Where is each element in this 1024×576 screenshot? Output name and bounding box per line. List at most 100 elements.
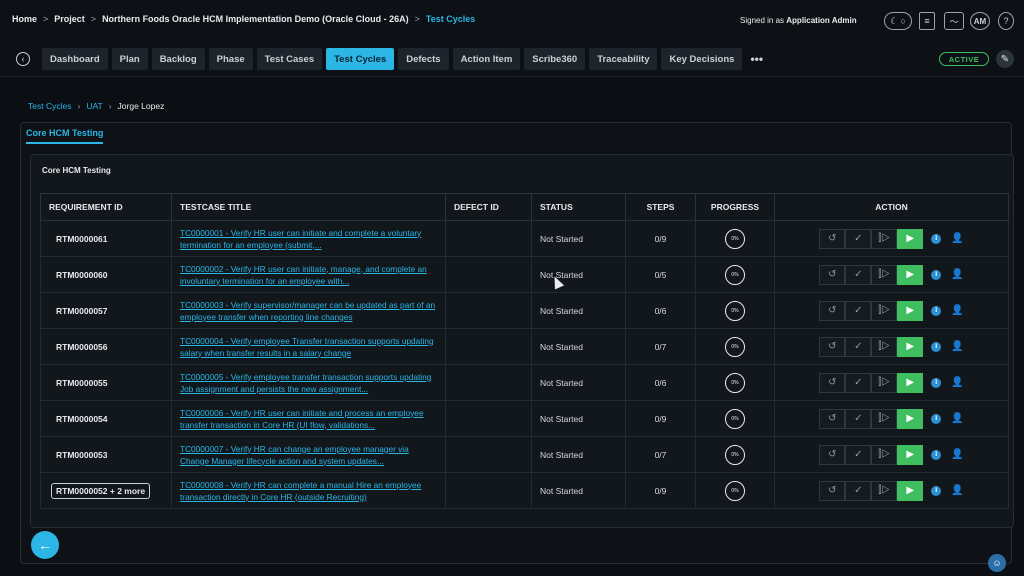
- testcase-link[interactable]: TC0000001 - Verify HR user can initiate …: [180, 227, 437, 251]
- column-header[interactable]: REQUIREMENT ID: [40, 193, 172, 221]
- run-play-button[interactable]: ▶: [897, 408, 924, 429]
- run-play-button[interactable]: ▶: [897, 336, 924, 357]
- info-icon[interactable]: i: [931, 305, 942, 316]
- assign-user-icon[interactable]: 👤: [951, 305, 963, 316]
- skip-icon[interactable]: ⫿▷: [871, 300, 898, 321]
- skip-icon[interactable]: ⫿▷: [871, 228, 898, 249]
- title-cell: TC0000003 - Verify supervisor/manager ca…: [171, 292, 446, 329]
- assign-user-icon[interactable]: 👤: [951, 377, 963, 388]
- testcase-link[interactable]: TC0000005 - Verify employee transfer tra…: [180, 371, 437, 395]
- help-icon[interactable]: ?: [998, 12, 1014, 30]
- info-icon[interactable]: i: [931, 413, 942, 424]
- assistant-bot-icon[interactable]: ☺: [988, 554, 1006, 572]
- assign-user-icon[interactable]: 👤: [951, 341, 963, 352]
- check-circle-icon[interactable]: ✓: [845, 480, 872, 501]
- run-play-button[interactable]: ▶: [897, 480, 924, 501]
- check-circle-icon[interactable]: ✓: [845, 408, 872, 429]
- skip-icon[interactable]: ⫿▷: [871, 372, 898, 393]
- edit-icon[interactable]: ✎: [996, 50, 1014, 68]
- check-circle-icon[interactable]: ✓: [845, 300, 872, 321]
- avatar[interactable]: AM: [970, 12, 990, 30]
- run-play-button[interactable]: ▶: [897, 444, 924, 465]
- tab-phase[interactable]: Phase: [208, 48, 253, 70]
- testcase-link[interactable]: TC0000007 - Verify HR can change an empl…: [180, 443, 437, 467]
- action-cell: ↺ ✓ ⫿▷ ▶ i 👤: [774, 328, 1009, 365]
- crumb-project-name[interactable]: Northern Foods Oracle HCM Implementation…: [102, 14, 409, 24]
- reset-icon[interactable]: ↺: [819, 228, 846, 249]
- column-header[interactable]: PROGRESS: [695, 193, 775, 221]
- run-play-button[interactable]: ▶: [897, 264, 924, 285]
- theme-toggle[interactable]: ☾ ○: [884, 12, 912, 30]
- tab-defects[interactable]: Defects: [398, 48, 449, 70]
- check-circle-icon[interactable]: ✓: [845, 444, 872, 465]
- requirement-id: RTM0000054: [56, 413, 108, 424]
- assign-user-icon[interactable]: 👤: [951, 233, 963, 244]
- tab-plan[interactable]: Plan: [111, 48, 148, 70]
- crumb-home[interactable]: Home: [12, 14, 37, 24]
- info-icon[interactable]: i: [931, 377, 942, 388]
- chevron-left-icon[interactable]: ‹: [16, 52, 30, 66]
- info-icon[interactable]: i: [931, 485, 942, 496]
- assign-user-icon[interactable]: 👤: [951, 413, 963, 424]
- defect-cell: [445, 292, 532, 329]
- skip-icon[interactable]: ⫿▷: [871, 336, 898, 357]
- tab-key-decisions[interactable]: Key Decisions: [661, 48, 743, 70]
- column-header[interactable]: TESTCASE TITLE: [171, 193, 446, 221]
- breadcrumb-uat[interactable]: UAT: [86, 101, 102, 111]
- more-tabs-icon[interactable]: •••: [746, 48, 767, 70]
- check-circle-icon[interactable]: ✓: [845, 264, 872, 285]
- reset-icon[interactable]: ↺: [819, 444, 846, 465]
- reset-icon[interactable]: ↺: [819, 300, 846, 321]
- back-arrow-button[interactable]: ←: [31, 531, 59, 559]
- run-play-button[interactable]: ▶: [897, 228, 924, 249]
- reset-icon[interactable]: ↺: [819, 264, 846, 285]
- check-circle-icon[interactable]: ✓: [845, 372, 872, 393]
- run-play-button[interactable]: ▶: [897, 372, 924, 393]
- tab-core-hcm-testing[interactable]: Core HCM Testing: [26, 128, 104, 144]
- testcase-link[interactable]: TC0000008 - Verify HR can complete a man…: [180, 479, 437, 503]
- reset-icon[interactable]: ↺: [819, 372, 846, 393]
- info-icon[interactable]: i: [931, 269, 942, 280]
- tab-scribe360[interactable]: Scribe360: [524, 48, 586, 70]
- tab-test-cases[interactable]: Test Cases: [256, 48, 323, 70]
- crumb-project[interactable]: Project: [54, 14, 85, 24]
- status-cell: Not Started: [531, 256, 626, 293]
- check-circle-icon[interactable]: ✓: [845, 228, 872, 249]
- testcase-link[interactable]: TC0000006 - Verify HR user can initiate …: [180, 407, 437, 431]
- skip-icon[interactable]: ⫿▷: [871, 408, 898, 429]
- action-group: ↺ ✓ ⫿▷ ▶ i 👤: [783, 480, 1000, 501]
- column-header[interactable]: STATUS: [531, 193, 626, 221]
- testcase-link[interactable]: TC0000003 - Verify supervisor/manager ca…: [180, 299, 437, 323]
- run-play-button[interactable]: ▶: [897, 300, 924, 321]
- assign-user-icon[interactable]: 👤: [951, 485, 963, 496]
- tab-dashboard[interactable]: Dashboard: [42, 48, 108, 70]
- skip-icon[interactable]: ⫿▷: [871, 480, 898, 501]
- steps-cell: 0/6: [625, 364, 696, 401]
- document-icon[interactable]: ≡: [919, 12, 935, 30]
- reset-icon[interactable]: ↺: [819, 480, 846, 501]
- assign-user-icon[interactable]: 👤: [951, 269, 963, 280]
- requirement-id-chip[interactable]: RTM0000052 + 2 more: [51, 482, 151, 499]
- tab-traceability[interactable]: Traceability: [589, 48, 658, 70]
- assign-user-icon[interactable]: 👤: [951, 449, 963, 460]
- info-icon[interactable]: i: [931, 341, 942, 352]
- status-cell: Not Started: [531, 400, 626, 437]
- reset-icon[interactable]: ↺: [819, 336, 846, 357]
- tab-action-item[interactable]: Action Item: [452, 48, 521, 70]
- chart-icon[interactable]: 〜: [944, 12, 964, 30]
- testcase-link[interactable]: TC0000002 - Verify HR user can initiate,…: [180, 263, 437, 287]
- column-header[interactable]: STEPS: [625, 193, 696, 221]
- skip-icon[interactable]: ⫿▷: [871, 444, 898, 465]
- status-cell: Not Started: [531, 472, 626, 509]
- info-icon[interactable]: i: [931, 449, 942, 460]
- check-circle-icon[interactable]: ✓: [845, 336, 872, 357]
- column-header[interactable]: DEFECT ID: [445, 193, 532, 221]
- reset-icon[interactable]: ↺: [819, 408, 846, 429]
- progress-ring: 0%: [725, 264, 745, 285]
- info-icon[interactable]: i: [931, 233, 942, 244]
- testcase-link[interactable]: TC0000004 - Verify employee Transfer tra…: [180, 335, 437, 359]
- skip-icon[interactable]: ⫿▷: [871, 264, 898, 285]
- tab-test-cycles[interactable]: Test Cycles: [326, 48, 395, 70]
- tab-backlog[interactable]: Backlog: [151, 48, 205, 70]
- breadcrumb-test-cycles[interactable]: Test Cycles: [28, 101, 71, 111]
